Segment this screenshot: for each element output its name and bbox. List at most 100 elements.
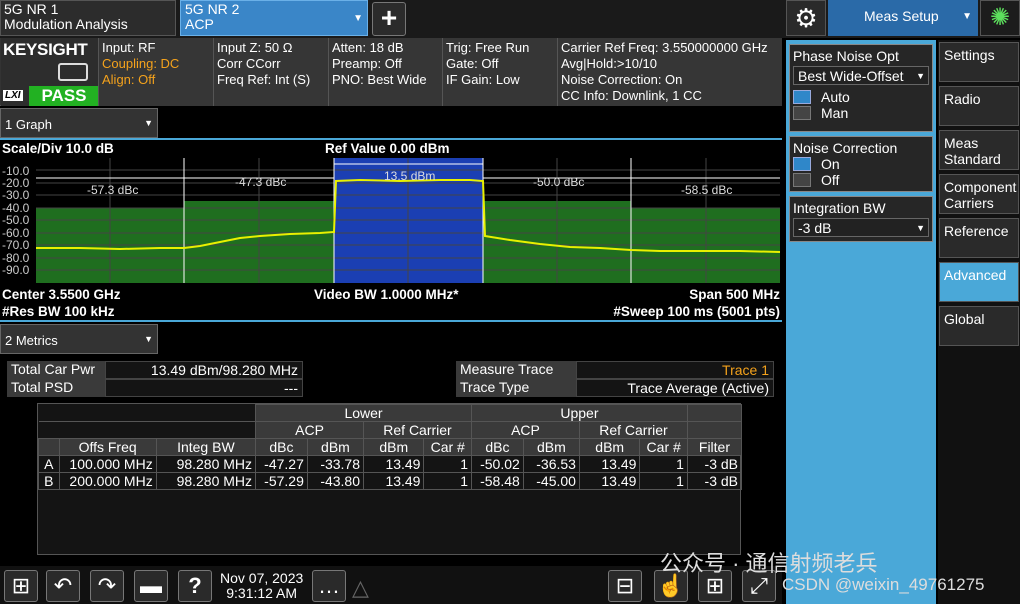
pn-auto-label: Auto: [821, 89, 850, 105]
nc-on-option[interactable]: On: [793, 156, 929, 172]
status-text: Coupling: DC: [102, 56, 180, 71]
nc-on-label: On: [821, 156, 840, 172]
status-atten[interactable]: Atten: 18 dB Preamp: Off PNO: Best Wide: [328, 38, 442, 106]
res-bw-label: #Res BW 100 kHz: [2, 304, 115, 319]
status-trigger[interactable]: Trig: Free Run Gate: Off IF Gain: Low: [442, 38, 557, 106]
group-lower: Lower: [255, 404, 472, 422]
acp-table: Lower Upper ACP Ref Carrier ACP Ref Carr…: [38, 404, 743, 490]
meas-setup-button[interactable]: Meas Setup ▼: [828, 0, 978, 36]
menu-advanced[interactable]: Advanced: [939, 262, 1019, 302]
trace-type-label: Trace Type: [456, 379, 576, 397]
y-tick: -30.0: [2, 188, 30, 202]
phase-noise-select[interactable]: Best Wide-Offset ▼: [793, 66, 929, 85]
status-input[interactable]: Input: RF Coupling: DC Align: Off: [98, 38, 213, 106]
status-input-z[interactable]: Input Z: 50 Ω Corr CCorr Freq Ref: Int (…: [213, 38, 328, 106]
brand-panel: KEYSIGHT LXI PASS: [1, 38, 99, 106]
spectrum-plot[interactable]: -10.0 -20.0 -30.0 -40.0 -50.0 -60.0 -70.…: [0, 156, 782, 286]
column-header: dBm: [363, 438, 425, 456]
acp-header-upper: ACP: [470, 421, 580, 439]
pass-badge: PASS: [29, 86, 99, 106]
graph-selector[interactable]: 1 Graph ▼: [0, 108, 158, 138]
metrics-selector-label: 2 Metrics: [5, 333, 58, 348]
message-icon[interactable]: …: [312, 570, 346, 602]
add-tab-button[interactable]: +: [372, 2, 406, 36]
column-header: dBc: [255, 438, 308, 456]
status-text: Trig: Free Run: [446, 40, 530, 55]
gear-icon[interactable]: ⚙: [786, 0, 826, 36]
metrics-selector[interactable]: 2 Metrics ▼: [0, 324, 158, 354]
chevron-down-icon: ▼: [916, 71, 925, 81]
menu-component-carriers[interactable]: Component Carriers: [939, 174, 1019, 214]
status-carrier[interactable]: Carrier Ref Freq: 3.550000000 GHz Avg|Ho…: [557, 38, 782, 106]
column-header: dBm: [306, 438, 365, 456]
status-text: Align: Off: [102, 72, 156, 87]
span-label: Span 500 MHz: [689, 287, 780, 302]
status-text: Preamp: Off: [332, 56, 402, 71]
nc-off-option[interactable]: Off: [793, 172, 929, 188]
warning-icon[interactable]: △: [352, 575, 369, 601]
column-header: Car #: [423, 438, 472, 456]
tab-modulation-analysis[interactable]: 5G NR 1 Modulation Analysis: [0, 0, 176, 36]
menu-meas-standard[interactable]: Meas Standard: [939, 130, 1019, 170]
table-row[interactable]: B 200.000 MHz 98.280 MHz -57.29 -43.80 1…: [38, 472, 743, 490]
chevron-down-icon: ▼: [916, 223, 925, 233]
sweep-label: #Sweep 100 ms (5001 pts): [613, 304, 780, 319]
wechat-watermark: 公众号 · 通信射频老兵: [660, 551, 878, 576]
ref-carrier-header-lower: Ref Carrier: [363, 421, 472, 439]
menu-radio[interactable]: Radio: [939, 86, 1019, 126]
y-tick: -50.0: [2, 213, 30, 227]
carrier-label: 13.5 dBm: [384, 169, 435, 183]
status-text: Corr CCorr: [217, 56, 281, 71]
windows-icon[interactable]: ⊞: [4, 570, 38, 602]
offset-label: -47.3 dBc: [235, 175, 286, 189]
csdn-watermark: CSDN @weixin_49761275: [782, 575, 985, 594]
status-text: Input Z: 50 Ω: [217, 40, 293, 55]
status-text: Freq Ref: Int (S): [217, 72, 311, 87]
menu-global[interactable]: Global: [939, 306, 1019, 346]
acp-header-lower: ACP: [255, 421, 365, 439]
total-car-pwr-value: 13.49 dBm/98.280 MHz: [105, 361, 303, 379]
status-text: Carrier Ref Freq: 3.550000000 GHz: [561, 40, 768, 55]
redo-icon[interactable]: ↷: [90, 570, 124, 602]
column-header: Offs Freq: [58, 438, 157, 456]
tab1-line1: 5G NR 1: [4, 1, 59, 17]
ref-value-label: Ref Value 0.00 dBm: [325, 141, 450, 156]
status-text: Noise Correction: On: [561, 72, 683, 87]
acp-table-panel: Lower Upper ACP Ref Carrier ACP Ref Carr…: [37, 403, 743, 555]
chevron-down-icon: ▼: [144, 334, 153, 344]
measure-trace-value: Trace 1: [576, 361, 774, 379]
y-axis-ticks: -10.0 -20.0 -30.0 -40.0 -50.0 -60.0 -70.…: [2, 164, 30, 277]
status-text: Input: RF: [102, 40, 156, 55]
status-indicator-icon[interactable]: ✺: [980, 0, 1020, 36]
column-header: dBm: [578, 438, 641, 456]
total-psd-label: Total PSD: [7, 379, 105, 397]
nc-off-label: Off: [821, 172, 840, 188]
radio-on-icon: [793, 90, 811, 104]
pn-auto-option[interactable]: Auto: [793, 89, 929, 105]
network-icon[interactable]: ⊟: [608, 570, 642, 602]
radio-on-icon: [793, 157, 811, 171]
status-text: PNO: Best Wide: [332, 72, 427, 87]
status-text: CC Info: Downlink, 1 CC: [561, 88, 702, 103]
undo-icon[interactable]: ↶: [46, 570, 80, 602]
table-row[interactable]: A 100.000 MHz 98.280 MHz -47.27 -33.78 1…: [38, 455, 743, 473]
pn-man-option[interactable]: Man: [793, 105, 929, 121]
phase-noise-opt-group: Phase Noise Opt Best Wide-Offset ▼ Auto …: [789, 44, 933, 132]
status-text: IF Gain: Low: [446, 72, 520, 87]
time-text: 9:31:12 AM: [226, 585, 298, 601]
monitor-icon[interactable]: [58, 63, 88, 81]
column-header: dBm: [522, 438, 580, 456]
tab-acp[interactable]: 5G NR 2 ACP ▼: [180, 0, 368, 36]
video-bw-label: Video BW 1.0000 MHz*: [314, 287, 459, 302]
menu-reference[interactable]: Reference: [939, 218, 1019, 258]
column-header: dBc: [470, 438, 524, 456]
help-button[interactable]: ?: [178, 570, 212, 602]
folder-icon[interactable]: ▬: [134, 570, 168, 602]
menu-column: Settings Radio Meas Standard Component C…: [938, 40, 1020, 604]
date-text: Nov 07, 2023: [220, 570, 304, 586]
total-psd-value: ---: [105, 379, 303, 397]
menu-settings[interactable]: Settings: [939, 42, 1019, 82]
integ-bw-title: Integration BW: [793, 200, 886, 216]
integ-bw-select[interactable]: -3 dB ▼: [793, 218, 929, 237]
noise-correction-group: Noise Correction On Off: [789, 136, 933, 192]
